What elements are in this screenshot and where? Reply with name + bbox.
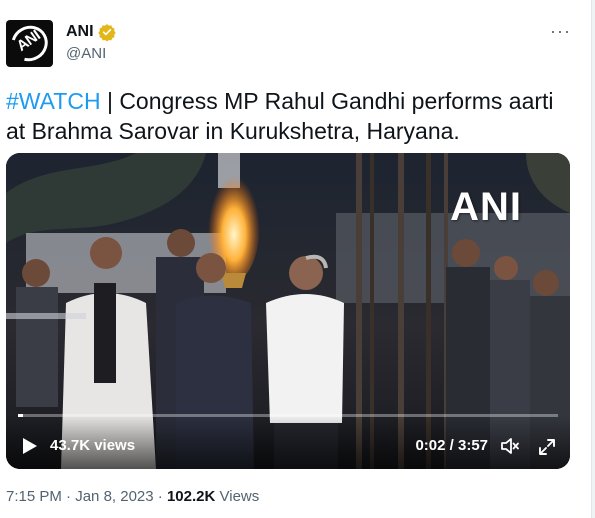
video-watermark: ANI bbox=[450, 185, 522, 229]
play-icon[interactable] bbox=[22, 437, 38, 455]
video-progress-bar[interactable] bbox=[18, 414, 558, 417]
avatar[interactable]: ANI bbox=[6, 20, 53, 67]
more-icon[interactable]: ··· bbox=[550, 22, 571, 40]
tweet-text: #WATCH | Congress MP Rahul Gandhi perfor… bbox=[6, 86, 566, 146]
video-views: 43.7K views bbox=[50, 437, 136, 454]
meta-separator: · bbox=[153, 488, 167, 505]
name-row: ANI bbox=[66, 23, 116, 41]
hashtag-link[interactable]: #WATCH bbox=[6, 88, 101, 114]
video-player[interactable]: ANI 43.7K views 0:02 / 3:57 bbox=[6, 153, 570, 469]
tweet-time[interactable]: 7:15 PM bbox=[6, 488, 62, 505]
scrollbar[interactable] bbox=[591, 0, 595, 518]
video-time: 0:02 / 3:57 bbox=[415, 437, 488, 454]
fullscreen-icon[interactable] bbox=[538, 438, 556, 456]
views-label: Views bbox=[215, 488, 260, 505]
tweet-meta: 7:15 PM · Jan 8, 2023 · 102.2K Views bbox=[6, 488, 259, 505]
tweet-date[interactable]: Jan 8, 2023 bbox=[75, 488, 153, 505]
video-progress-fill bbox=[18, 414, 23, 417]
tweet-header: ANI ANI @ANI ··· bbox=[6, 20, 571, 68]
verified-badge-icon bbox=[97, 24, 116, 41]
display-name[interactable]: ANI bbox=[66, 23, 94, 41]
handle[interactable]: @ANI bbox=[66, 45, 106, 62]
views-count: 102.2K bbox=[166, 488, 216, 505]
meta-separator: · bbox=[61, 488, 76, 505]
volume-icon[interactable] bbox=[500, 436, 520, 456]
